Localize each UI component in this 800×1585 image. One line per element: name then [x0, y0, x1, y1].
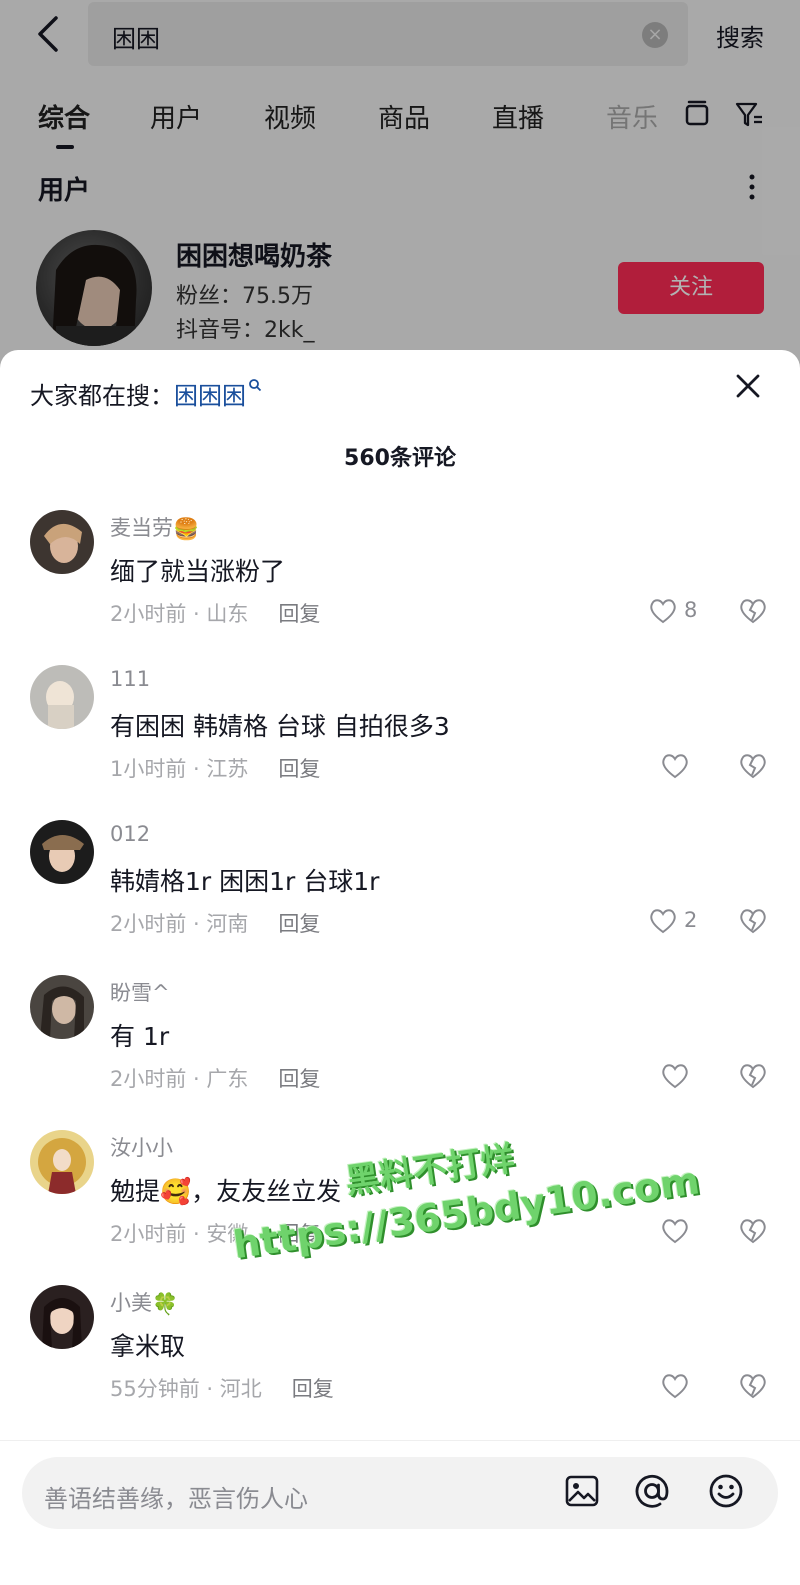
more-options-icon[interactable]: [748, 172, 756, 202]
user-douyin-id: 抖音号：2kk_: [176, 318, 315, 343]
like-button[interactable]: [660, 1371, 690, 1401]
comment-text: 勉提🥰，友友丝立发: [110, 1177, 342, 1206]
tab-live[interactable]: 直播: [492, 98, 544, 135]
commenter-avatar[interactable]: [30, 820, 94, 884]
comment-meta: 2小时前 · 山东 回复: [110, 602, 321, 626]
search-button[interactable]: 搜索: [716, 18, 764, 53]
tab-comprehensive[interactable]: 综合: [38, 98, 90, 135]
trending-term[interactable]: 困困困: [174, 382, 246, 410]
commenter-name[interactable]: 111: [110, 667, 150, 691]
mention-icon[interactable]: [632, 1471, 672, 1511]
heart-icon: [650, 599, 676, 624]
heart-icon: [650, 909, 676, 934]
comment-input-placeholder: 善语结善缘，恶言伤人心: [44, 1485, 308, 1513]
comment-text: 缅了就当涨粉了: [110, 557, 286, 586]
back-arrow-icon[interactable]: [30, 14, 70, 54]
comment-text: 有困困 韩婧格 台球 自拍很多3: [110, 712, 450, 741]
comment-text: 有 1r: [110, 1022, 170, 1051]
comment-input-bar: 善语结善缘，恶言伤人心: [0, 1440, 800, 1585]
like-button[interactable]: 2: [648, 906, 697, 936]
tab-music[interactable]: 音乐: [606, 98, 658, 135]
reply-button[interactable]: 回复: [278, 912, 320, 936]
commenter-avatar[interactable]: [30, 1285, 94, 1349]
active-tab-indicator: [56, 145, 74, 149]
reply-button[interactable]: 回复: [278, 1067, 320, 1091]
comment-meta: 2小时前 · 广东 回复: [110, 1067, 321, 1091]
search-input[interactable]: 困困 ×: [88, 2, 688, 66]
commenter-name[interactable]: 汝小小: [110, 1132, 173, 1162]
trending-prefix: 大家都在搜：: [30, 382, 174, 410]
comment-sheet: 大家都在搜：困困困 560条评论 麦当劳🍔 缅了就当涨粉了 2小时前 · 山东回…: [0, 350, 800, 1585]
heart-icon: [662, 754, 688, 779]
reply-button[interactable]: 回复: [278, 757, 320, 781]
comment-item: 012 韩婧格1r 困困1r 台球1r 2小时前 · 河南 回复 2: [0, 820, 800, 960]
image-icon[interactable]: [562, 1471, 602, 1511]
like-button[interactable]: 8: [648, 596, 697, 626]
comment-item: 汝小小 勉提🥰，友友丝立发 2小时前 · 安徽 回复: [0, 1130, 800, 1270]
comment-meta: 1小时前 · 江苏 回复: [110, 757, 321, 781]
like-button[interactable]: [660, 1216, 690, 1246]
comment-text: 拿米取: [110, 1332, 186, 1361]
commenter-name[interactable]: 小美🍀: [110, 1287, 178, 1317]
clover-emoji-icon: 🍀: [152, 1291, 179, 1316]
heart-icon: [662, 1219, 688, 1244]
dislike-icon[interactable]: [738, 1216, 768, 1246]
comment-meta: 2小时前 · 安徽 回复: [110, 1222, 321, 1246]
comment-meta: 55分钟前 · 河北 回复: [110, 1377, 334, 1401]
commenter-avatar[interactable]: [30, 665, 94, 729]
tab-products[interactable]: 商品: [378, 98, 430, 135]
burger-emoji-icon: 🍔: [173, 516, 200, 541]
layout-toggle-icon[interactable]: [682, 98, 712, 130]
heart-icon: [662, 1064, 688, 1089]
comment-input[interactable]: 善语结善缘，恶言伤人心: [22, 1457, 778, 1529]
user-section-title: 用户: [38, 176, 91, 206]
user-name[interactable]: 困困想喝奶茶: [176, 236, 332, 273]
filter-icon[interactable]: [734, 98, 764, 130]
user-fans: 粉丝：75.5万: [176, 284, 313, 309]
comment-item: 盼雪^ 有 1r 2小时前 · 广东 回复: [0, 975, 800, 1115]
comment-item: 小美🍀 拿米取 55分钟前 · 河北 回复: [0, 1285, 800, 1425]
commenter-name[interactable]: 012: [110, 822, 150, 846]
like-count: 8: [684, 598, 698, 622]
like-button[interactable]: [660, 1061, 690, 1091]
comment-item: 111 有困困 韩婧格 台球 自拍很多3 1小时前 · 江苏 回复: [0, 665, 800, 805]
clear-search-icon[interactable]: ×: [642, 22, 668, 48]
user-avatar[interactable]: [36, 230, 152, 346]
follow-button[interactable]: 关注: [618, 262, 764, 314]
reply-button[interactable]: 回复: [292, 1377, 334, 1401]
comment-meta: 2小时前 · 河南 回复: [110, 912, 321, 936]
tab-videos[interactable]: 视频: [264, 98, 316, 135]
dislike-icon[interactable]: [738, 906, 768, 936]
reply-button[interactable]: 回复: [278, 1222, 320, 1246]
comment-count: 560条评论: [344, 446, 456, 471]
commenter-avatar[interactable]: [30, 975, 94, 1039]
dislike-icon[interactable]: [738, 1061, 768, 1091]
dislike-icon[interactable]: [738, 751, 768, 781]
tab-users[interactable]: 用户: [150, 98, 202, 135]
like-count: 2: [684, 908, 698, 932]
search-small-icon: [249, 379, 262, 392]
search-query: 困困: [112, 25, 160, 53]
commenter-name[interactable]: 麦当劳🍔: [110, 512, 199, 542]
like-button[interactable]: [660, 751, 690, 781]
comment-text: 韩婧格1r 困困1r 台球1r: [110, 867, 380, 896]
emoji-icon[interactable]: [706, 1471, 746, 1511]
dislike-icon[interactable]: [738, 596, 768, 626]
search-results-page: 困困 × 搜索 综合 用户 视频 商品 直播 音乐 用户 困困想喝奶茶 粉丝：7…: [0, 0, 800, 370]
heart-icon: [662, 1374, 688, 1399]
dislike-icon[interactable]: [738, 1371, 768, 1401]
comment-item: 麦当劳🍔 缅了就当涨粉了 2小时前 · 山东 回复 8: [0, 510, 800, 650]
trending-search[interactable]: 大家都在搜：困困困: [30, 376, 262, 411]
commenter-name[interactable]: 盼雪^: [110, 977, 170, 1007]
close-icon[interactable]: [734, 372, 762, 400]
reply-button[interactable]: 回复: [278, 602, 320, 626]
commenter-avatar[interactable]: [30, 1130, 94, 1194]
commenter-avatar[interactable]: [30, 510, 94, 574]
